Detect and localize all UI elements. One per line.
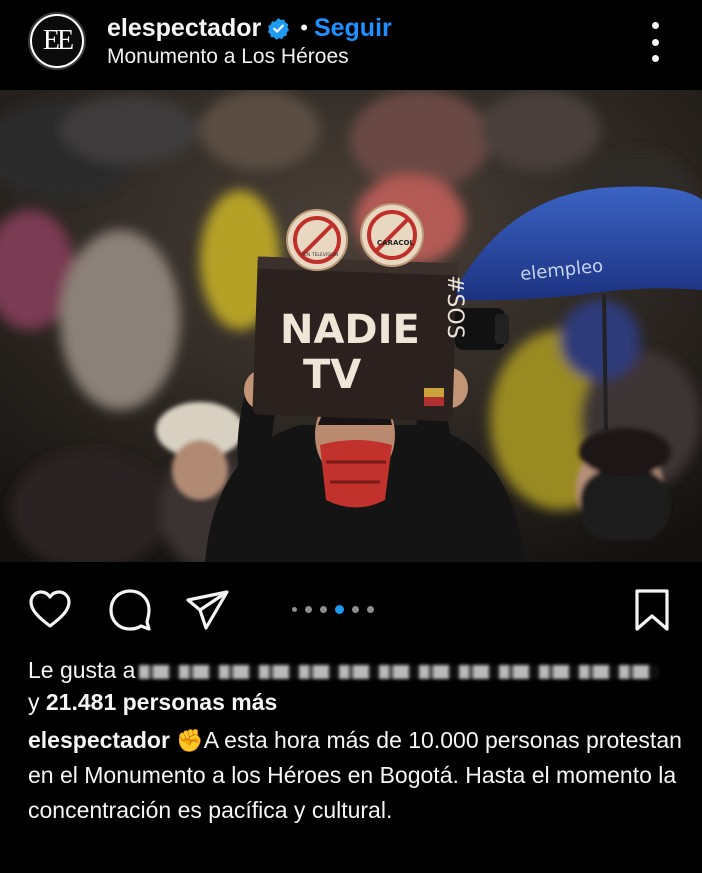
carousel-dot [352, 606, 359, 613]
sign-line1: NADIE [280, 307, 420, 353]
carousel-dot [305, 606, 312, 613]
verified-badge-icon [268, 17, 290, 40]
heart-icon[interactable] [26, 586, 74, 634]
badge-left-text: RCN TELEVISION [301, 252, 338, 258]
carousel-dot-active [335, 605, 344, 614]
likes-and: y [28, 689, 40, 715]
comment-icon[interactable] [106, 586, 154, 634]
avatar-logo: EE [32, 16, 82, 66]
post-header: EE elespectador • Seguir Monumento a Los… [0, 0, 702, 90]
carousel-dot [320, 606, 327, 613]
likes-summary[interactable]: Le gusta a y 21.481 personas más [28, 654, 688, 718]
protest-photo: elempleo NADIE TV #SOS RCN TELEVISION CA… [0, 90, 702, 562]
carousel-dot [367, 606, 374, 613]
action-bar [0, 562, 702, 652]
carousel-indicator [292, 605, 374, 614]
caption-username[interactable]: elespectador [28, 727, 170, 753]
likes-count[interactable]: 21.481 personas más [46, 689, 277, 715]
raised-fist-icon: ✊ [176, 728, 204, 753]
sign-line2: TV [303, 352, 361, 398]
likes-prefix: Le gusta a [28, 657, 136, 683]
post-caption: elespectador ✊A esta hora más de 10.000 … [28, 723, 688, 828]
badge-right-text: CARACOL [377, 239, 414, 247]
follow-button[interactable]: Seguir [314, 14, 392, 43]
avatar[interactable]: EE [28, 12, 86, 70]
more-options-icon[interactable] [648, 22, 662, 62]
username-link[interactable]: elespectador [107, 14, 261, 43]
redacted-names [139, 664, 660, 679]
post-image[interactable]: elempleo NADIE TV #SOS RCN TELEVISION CA… [0, 90, 702, 562]
user-row: elespectador • Seguir [107, 12, 392, 44]
send-icon[interactable] [184, 586, 232, 634]
sign-tag: #SOS [442, 275, 467, 339]
bookmark-icon[interactable] [628, 586, 676, 634]
separator-dot: • [300, 15, 308, 40]
location-link[interactable]: Monumento a Los Héroes [107, 45, 349, 69]
carousel-dot [292, 607, 297, 612]
